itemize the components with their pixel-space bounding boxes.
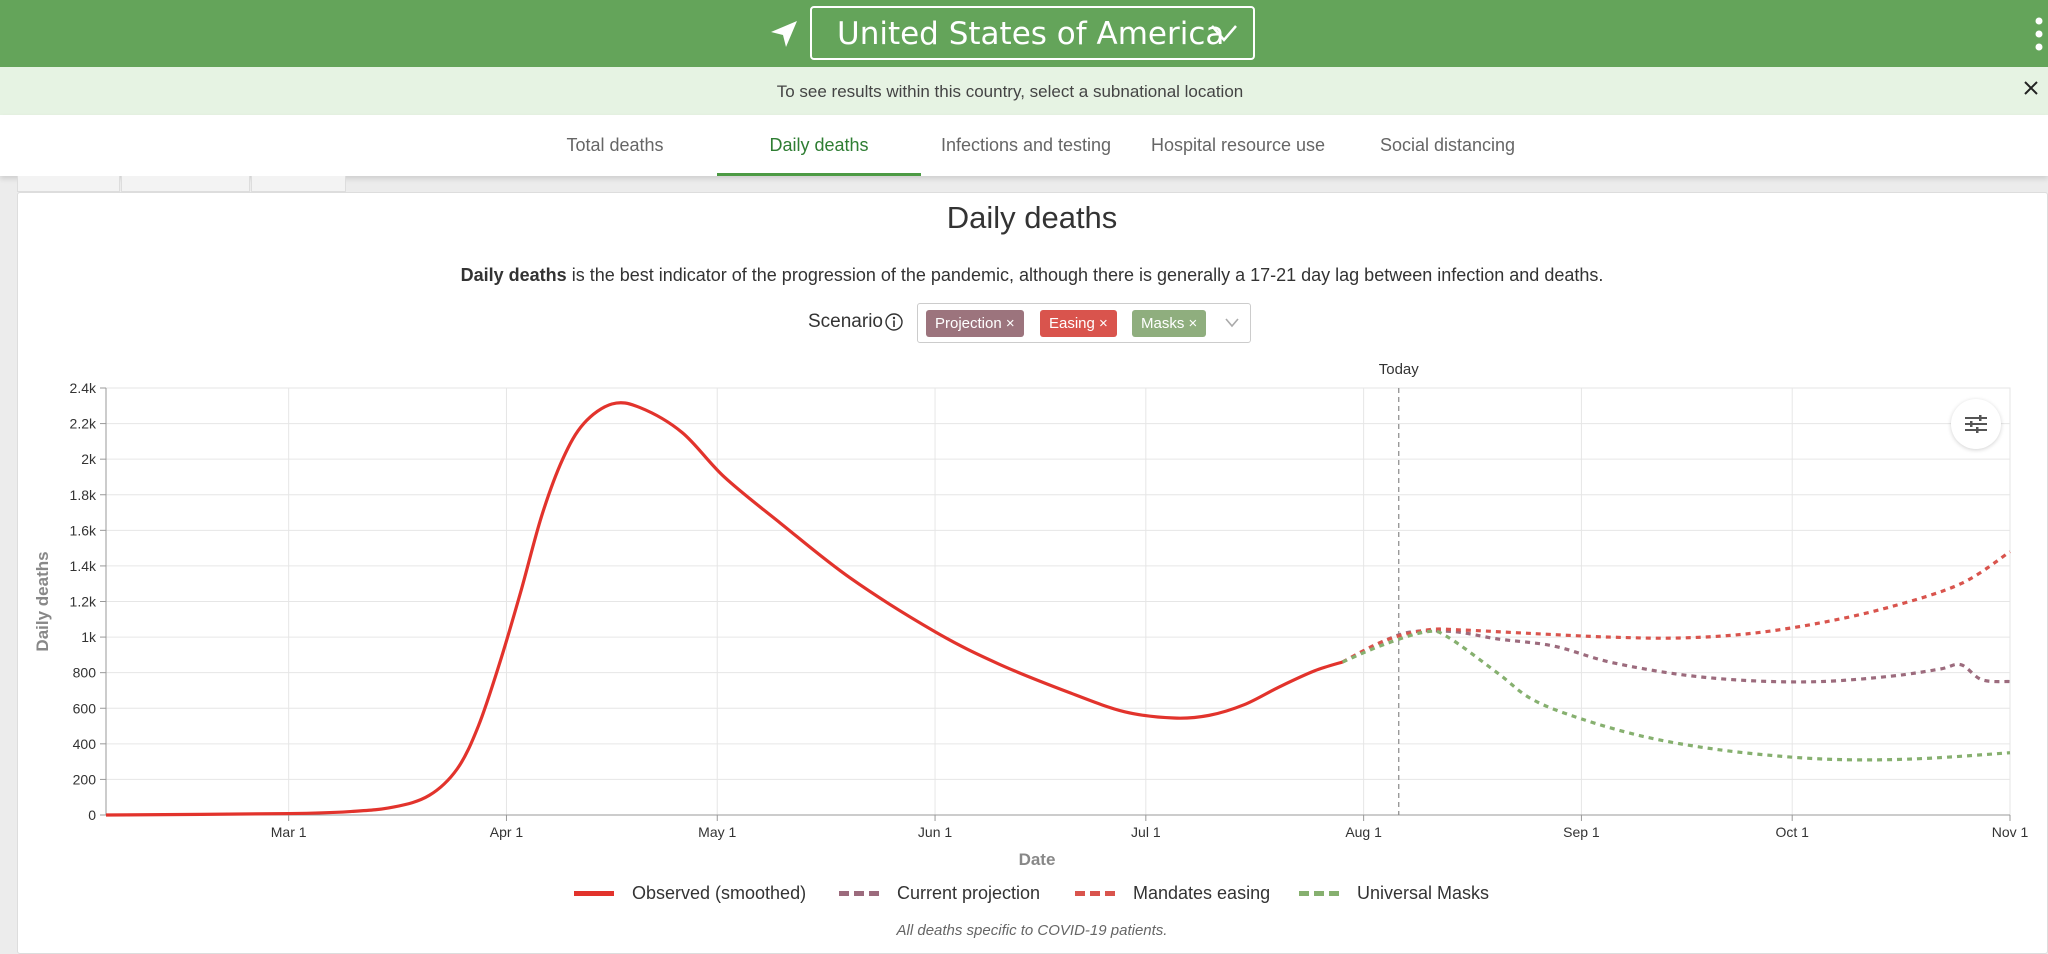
x-axis-title: Date <box>1019 850 1056 869</box>
y-tick-label: 2k <box>81 451 97 467</box>
x-tick-label: Sep 1 <box>1563 824 1600 840</box>
y-tick-label: 1.8k <box>70 487 97 503</box>
x-tick-label: Mar 1 <box>271 824 307 840</box>
y-tick-label: 1.4k <box>70 558 97 574</box>
y-axis-title: Daily deaths <box>33 551 52 651</box>
legend-swatch <box>574 891 614 896</box>
series-easing-line <box>1341 550 2011 664</box>
series-masks-line <box>1341 629 2011 762</box>
chart-settings-button[interactable] <box>1951 399 2001 449</box>
x-tick-label: Aug 1 <box>1345 824 1382 840</box>
y-tick-label: 1.6k <box>70 522 97 538</box>
x-tick-label: May 1 <box>698 824 736 840</box>
legend-swatch <box>1299 891 1339 896</box>
chart-legend: Observed (smoothed) Current projection M… <box>0 880 2048 908</box>
legend-label: Observed (smoothed) <box>632 883 807 903</box>
grid <box>105 387 2011 816</box>
y-tick-label: 2.2k <box>70 416 97 432</box>
y-tick-label: 400 <box>73 736 97 752</box>
y-tick-label: 200 <box>73 771 97 787</box>
legend-swatch <box>1075 891 1115 896</box>
x-tick-label: Jul 1 <box>1131 824 1161 840</box>
axes: 0 200 400 600 800 1k 1.2k 1.4k 1.6k 1.8k 2k 2.2k 2.4… <box>33 361 2028 869</box>
y-tick-label: 600 <box>73 700 97 716</box>
legend-label: Mandates easing <box>1133 883 1271 903</box>
x-tick-label: Nov 1 <box>1992 824 2029 840</box>
series-layer <box>105 401 2011 817</box>
y-tick-label: 1k <box>81 629 97 645</box>
sliders-icon <box>1965 415 1987 433</box>
y-tick-label: 0 <box>88 807 96 823</box>
x-tick-label: Apr 1 <box>490 824 524 840</box>
y-tick-label: 2.4k <box>70 380 97 396</box>
x-tick-label: Oct 1 <box>1775 824 1809 840</box>
y-tick-label: 1.2k <box>70 594 97 610</box>
legend-swatch <box>839 891 879 896</box>
x-tick-label: Jun 1 <box>918 824 952 840</box>
legend-label: Current projection <box>897 883 1041 903</box>
daily-deaths-chart: 0 200 400 600 800 1k 1.2k 1.4k 1.6k 1.8k 2k 2.2k 2.4… <box>33 361 2028 869</box>
series-observed-line <box>105 401 1344 817</box>
chart-footnote: All deaths specific to COVID-19 patients… <box>896 922 1168 939</box>
y-tick-label: 800 <box>73 665 97 681</box>
legend-label: Universal Masks <box>1357 883 1490 903</box>
today-label: Today <box>1379 361 1420 378</box>
